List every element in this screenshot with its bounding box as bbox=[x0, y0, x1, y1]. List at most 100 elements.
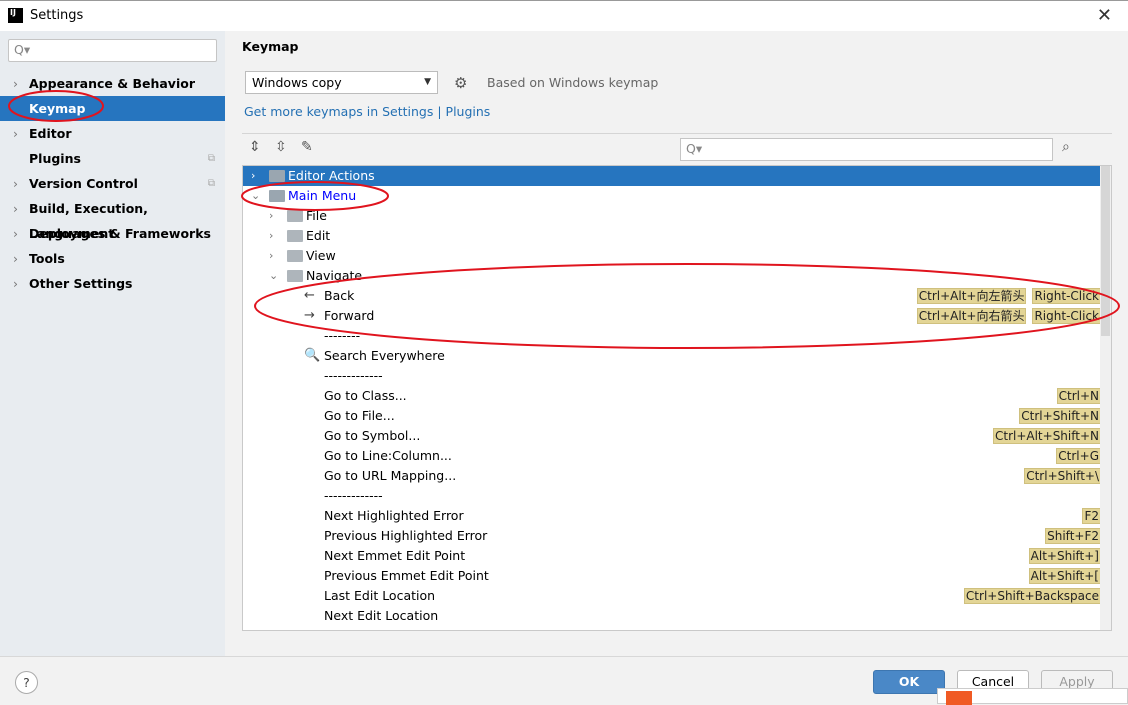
tree-row[interactable]: › File bbox=[243, 206, 1101, 226]
tree-row[interactable]: Next Edit Location bbox=[243, 606, 1101, 626]
action-label: Next Highlighted Error bbox=[324, 508, 464, 523]
action-label: Edit bbox=[306, 228, 331, 243]
sidebar-item-keymap[interactable]: Keymap bbox=[0, 96, 225, 121]
action-label: Go to Symbol... bbox=[324, 428, 421, 443]
ok-button[interactable]: OK bbox=[873, 670, 945, 694]
shortcut-badge: Alt+Shift+[ bbox=[1028, 568, 1101, 584]
tree-row[interactable]: ⌄ Main Menu bbox=[243, 186, 1101, 206]
chevron-right-icon[interactable]: › bbox=[269, 246, 273, 266]
tree-row[interactable]: Go to URL Mapping... Ctrl+Shift+\ bbox=[243, 466, 1101, 486]
shortcut-badge: Ctrl+Alt+Shift+N bbox=[992, 428, 1101, 444]
based-on-label: Based on Windows keymap bbox=[487, 75, 659, 90]
tree-row[interactable]: ------------- bbox=[243, 486, 1101, 506]
sidebar-item-languages-frameworks[interactable]: › Languages & Frameworks bbox=[0, 221, 225, 246]
action-label: Go to Class... bbox=[324, 388, 407, 403]
shortcuts: Ctrl+Alt+Shift+N bbox=[992, 428, 1101, 444]
tree-row[interactable]: ← Back Ctrl+Alt+向左箭头 Right-Click bbox=[243, 286, 1101, 306]
action-filter-input[interactable]: Q▾ bbox=[680, 138, 1053, 161]
action-label: Go to URL Mapping... bbox=[324, 468, 457, 483]
action-label: Next Emmet Edit Point bbox=[324, 548, 466, 563]
tree-row[interactable]: → Forward Ctrl+Alt+向右箭头 Right-Click bbox=[243, 306, 1101, 326]
shortcut-badge: Ctrl+Shift+\ bbox=[1024, 468, 1101, 484]
shortcut-badge: Right-Click bbox=[1032, 288, 1101, 304]
sidebar-item-label: Appearance & Behavior bbox=[29, 76, 195, 91]
scrollbar-thumb[interactable] bbox=[1101, 166, 1110, 336]
page-title: Keymap bbox=[242, 39, 299, 54]
shortcut-badge: Ctrl+Alt+向右箭头 bbox=[916, 308, 1027, 324]
sidebar-item-label: Plugins bbox=[29, 151, 81, 166]
chevron-right-icon: › bbox=[13, 126, 18, 141]
tree-row[interactable]: › Edit bbox=[243, 226, 1101, 246]
chevron-right-icon[interactable]: › bbox=[269, 226, 273, 246]
action-label: ------------- bbox=[324, 488, 383, 503]
shortcut-badge: Right-Click bbox=[1032, 308, 1101, 324]
sogou-icon bbox=[946, 691, 972, 705]
tree-row[interactable]: ------------- bbox=[243, 366, 1101, 386]
tree-row[interactable]: 🔍 Search Everywhere bbox=[243, 346, 1101, 366]
collapse-all-icon[interactable]: ⇳ bbox=[275, 139, 287, 155]
tree-row[interactable]: ⌄ Navigate bbox=[243, 266, 1101, 286]
shortcuts: Shift+F2 bbox=[1045, 528, 1101, 544]
chevron-right-icon[interactable]: › bbox=[269, 206, 273, 226]
tree-row[interactable]: Last Edit Location Ctrl+Shift+Backspace bbox=[243, 586, 1101, 606]
arrow-right-icon: → bbox=[304, 308, 315, 323]
tree-row[interactable]: Previous Highlighted Error Shift+F2 bbox=[243, 526, 1101, 546]
project-scope-icon: ⧉ bbox=[207, 153, 215, 164]
tree-row[interactable]: -------- bbox=[243, 326, 1101, 346]
sidebar-item-appearance-behavior[interactable]: › Appearance & Behavior bbox=[0, 71, 225, 96]
keymap-select[interactable]: Windows copy ▼ bbox=[245, 71, 438, 94]
help-button[interactable]: ? bbox=[15, 671, 38, 694]
expand-all-icon[interactable]: ⇕ bbox=[249, 139, 261, 155]
action-label: Previous Emmet Edit Point bbox=[324, 568, 489, 583]
keymap-panel: Keymap Windows copy ▼ ⚙ Based on Windows … bbox=[225, 31, 1128, 640]
intellij-icon: IJ bbox=[8, 8, 23, 23]
sidebar: Q▾ › Appearance & Behavior Keymap › Editor Pl… bbox=[0, 31, 225, 656]
tree-row[interactable]: Next Highlighted Error F2 bbox=[243, 506, 1101, 526]
tree-row[interactable]: Previous Emmet Edit Point Alt+Shift+[ bbox=[243, 566, 1101, 586]
tree-row[interactable]: Go to File... Ctrl+Shift+N bbox=[243, 406, 1101, 426]
action-label: Forward bbox=[324, 308, 375, 323]
close-icon[interactable]: ✕ bbox=[1097, 5, 1112, 26]
sidebar-search-input[interactable]: Q▾ bbox=[8, 39, 217, 62]
chevron-right-icon: › bbox=[13, 226, 18, 241]
sidebar-item-plugins[interactable]: Plugins ⧉ bbox=[0, 146, 225, 171]
chevron-right-icon: › bbox=[13, 201, 18, 216]
chevron-down-icon: ▼ bbox=[424, 77, 431, 87]
action-label: File bbox=[306, 208, 327, 223]
tree-row[interactable]: › View bbox=[243, 246, 1101, 266]
tree-row[interactable]: Go to Line:Column... Ctrl+G bbox=[243, 446, 1101, 466]
sidebar-item-label: Other Settings bbox=[29, 276, 133, 291]
get-more-keymaps-link[interactable]: Get more keymaps in Settings | Plugins bbox=[244, 104, 490, 119]
chevron-down-icon[interactable]: ⌄ bbox=[269, 266, 278, 286]
find-by-shortcut-icon[interactable]: ⌕ bbox=[1062, 139, 1070, 155]
sidebar-item-tools[interactable]: › Tools bbox=[0, 246, 225, 271]
folder-icon bbox=[287, 210, 303, 222]
action-label: -------- bbox=[324, 328, 361, 343]
sidebar-item-version-control[interactable]: › Version Control ⧉ bbox=[0, 171, 225, 196]
shortcuts: Ctrl+G bbox=[1056, 448, 1101, 464]
action-label: Go to Line:Column... bbox=[324, 448, 452, 463]
chevron-down-icon[interactable]: ⌄ bbox=[251, 186, 260, 206]
shortcut-badge: Ctrl+Shift+N bbox=[1019, 408, 1101, 424]
gear-icon[interactable]: ⚙ bbox=[454, 74, 467, 92]
folder-icon bbox=[287, 250, 303, 262]
tree-row[interactable]: Next Emmet Edit Point Alt+Shift+] bbox=[243, 546, 1101, 566]
shortcuts: Ctrl+Shift+N bbox=[1019, 408, 1101, 424]
action-label: Editor Actions bbox=[288, 168, 375, 183]
keymap-select-value: Windows copy bbox=[252, 75, 342, 90]
action-label: Go to File... bbox=[324, 408, 395, 423]
sidebar-item-label: Tools bbox=[29, 251, 65, 266]
sidebar-item-editor[interactable]: › Editor bbox=[0, 121, 225, 146]
tree-row[interactable]: Go to Symbol... Ctrl+Alt+Shift+N bbox=[243, 426, 1101, 446]
scrollbar[interactable] bbox=[1100, 166, 1111, 630]
shortcuts: Ctrl+Shift+\ bbox=[1024, 468, 1101, 484]
chevron-right-icon[interactable]: › bbox=[251, 166, 255, 186]
tree-row[interactable]: Go to Class... Ctrl+N bbox=[243, 386, 1101, 406]
sidebar-item-other-settings[interactable]: › Other Settings bbox=[0, 271, 225, 296]
shortcut-badge: F2 bbox=[1082, 508, 1101, 524]
shortcut-badge: Ctrl+N bbox=[1056, 388, 1101, 404]
tree-row[interactable]: › Editor Actions bbox=[243, 166, 1101, 186]
sidebar-item-build-execution-deployment[interactable]: › Build, Execution, Deployment bbox=[0, 196, 225, 241]
ime-toolbar bbox=[937, 688, 1128, 705]
edit-pencil-icon[interactable]: ✎ bbox=[301, 139, 313, 155]
